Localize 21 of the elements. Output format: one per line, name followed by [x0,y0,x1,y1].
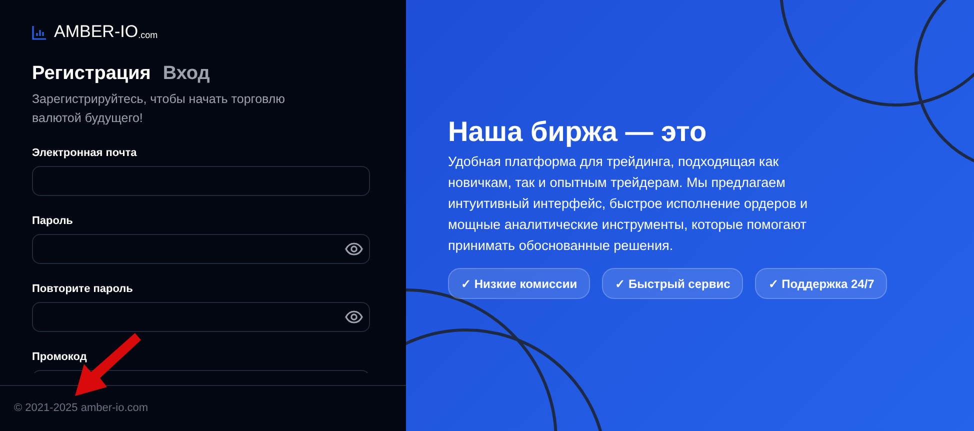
field-label: Повторите пароль [32,282,134,296]
tab[interactable]: Вход [162,62,210,86]
input-field[interactable] [32,234,370,264]
field-label: Пароль [32,214,74,228]
tab[interactable]: Регистрация [32,62,151,86]
subtitle: Зарегистрируйтесь, чтобы начать торговлю валютой будущего! [32,91,286,127]
promo-title: Наша биржа — это [448,115,708,149]
promo-text: Удобная платформа для трейдинга, подходящая как новичкам, так и опытным трейдерам. Мы предлагаем интуитивный интерфейс, быстрое исполнение ордеров и мощные аналитические инструменты, которые помогают принимать обоснованные решения. [448,153,809,255]
field-label: Электронная почта [32,146,138,160]
input-field[interactable] [32,166,370,196]
eye-icon[interactable] [345,310,363,324]
field-label: Промокод [32,350,88,364]
feature-badge: ✓ Поддержка 24/7 [755,268,888,299]
feature-badge: ✓ Быстрый сервис [602,268,744,299]
copyright-text: © 2021-2025 amber-io.com [14,401,148,416]
eye-icon[interactable] [345,242,363,256]
input-field[interactable] [32,302,370,332]
bar-chart-icon [32,26,46,40]
feature-badge: ✓ Низкие комиссии [448,268,590,299]
logo-suffix: .com [138,31,158,40]
logo-text: AMBER-IO [54,23,138,40]
